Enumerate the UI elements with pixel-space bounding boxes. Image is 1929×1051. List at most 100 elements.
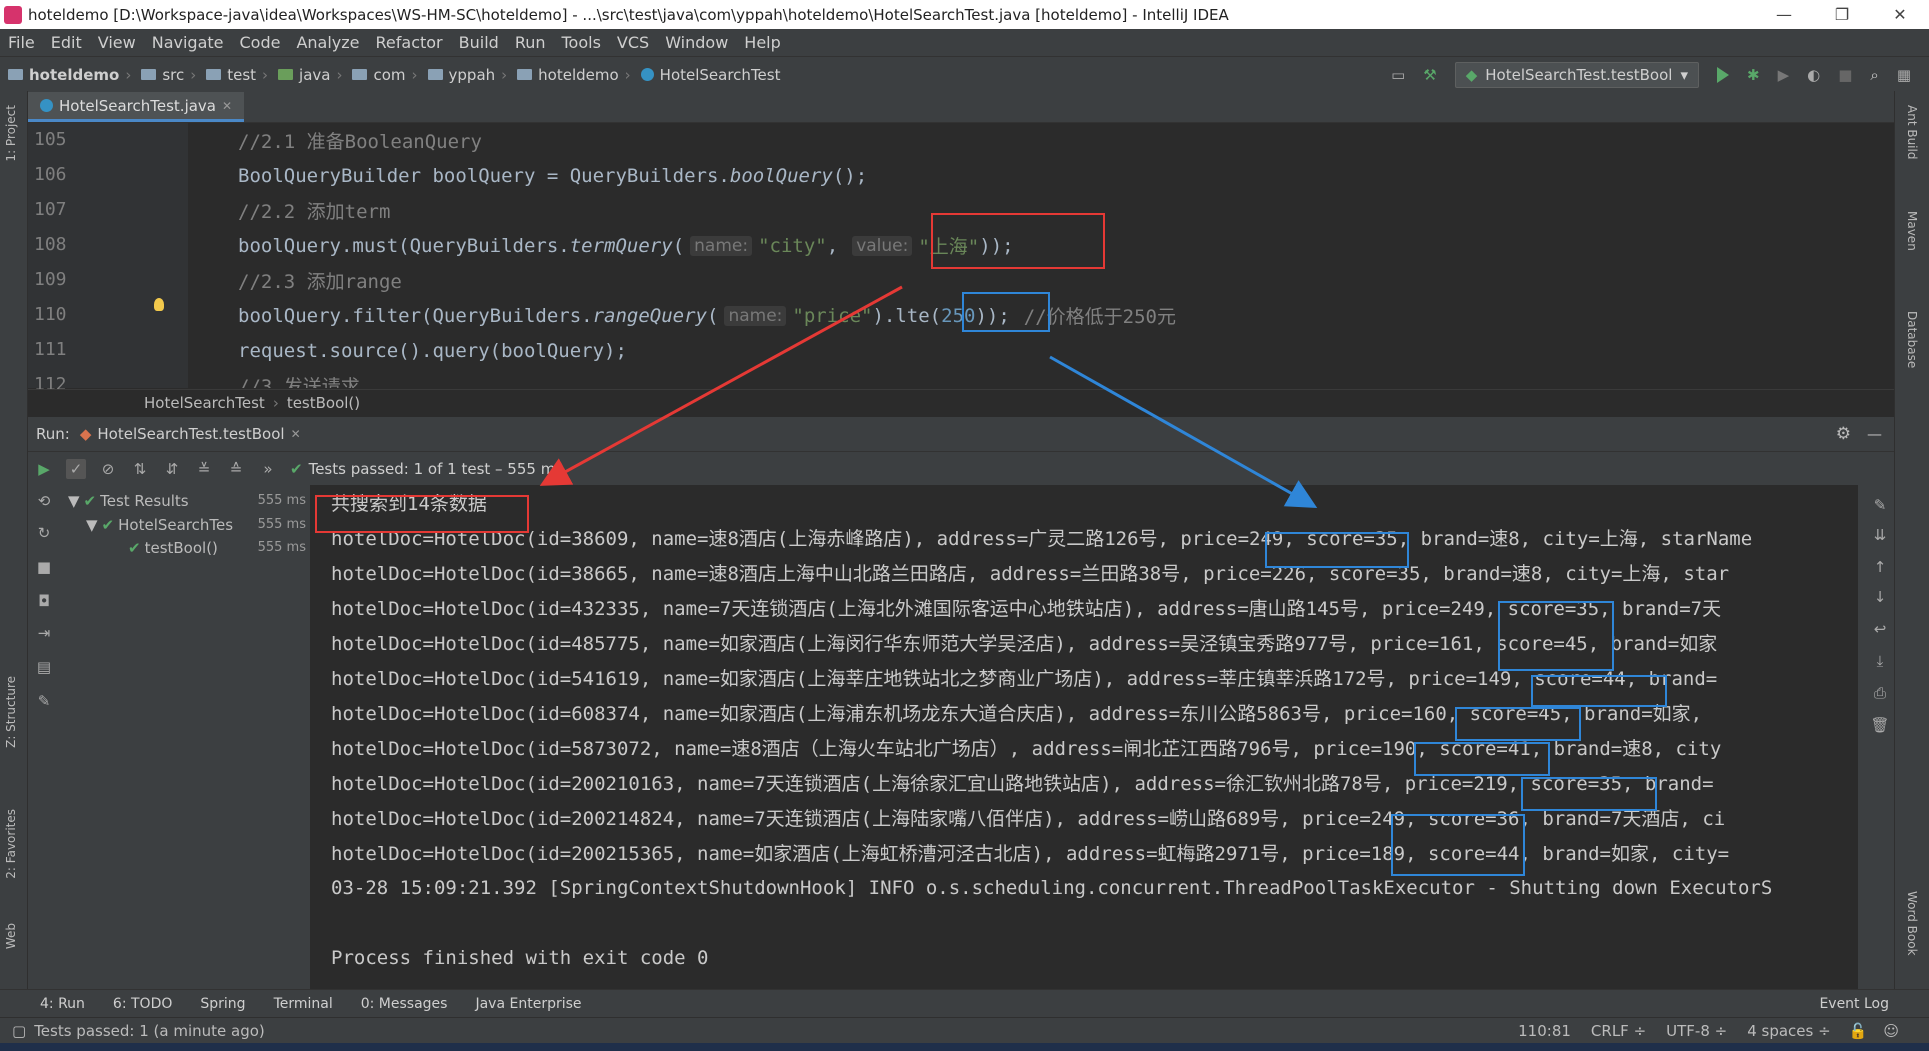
rerun-icon[interactable]: ▶ xyxy=(34,459,54,479)
camera-icon[interactable]: ◘ xyxy=(34,591,54,611)
layout-icon[interactable]: ▭ xyxy=(1391,66,1405,84)
build-hammer-icon[interactable]: ⚒ xyxy=(1423,66,1436,84)
intention-bulb-icon[interactable] xyxy=(154,298,164,311)
line-separator[interactable]: CRLF ÷ xyxy=(1581,1022,1656,1040)
menu-navigate[interactable]: Navigate xyxy=(144,33,232,52)
tool-tab-java-enterprise[interactable]: Java Enterprise xyxy=(461,996,595,1012)
param-hint: value: xyxy=(852,235,913,256)
tool-tab-terminal[interactable]: Terminal xyxy=(260,996,347,1012)
nav-crumb-class[interactable]: HotelSearchTest xyxy=(633,66,785,84)
nav-crumb-test[interactable]: test xyxy=(198,66,260,84)
stop-icon[interactable]: ■ xyxy=(1838,66,1852,84)
menu-file[interactable]: File xyxy=(0,33,43,52)
restore-button[interactable]: ❐ xyxy=(1813,5,1871,24)
soft-wrap-icon[interactable]: ↩ xyxy=(1870,619,1890,639)
tool-tab-favorites[interactable]: 2: Favorites xyxy=(4,809,18,879)
nav-crumb-yppah[interactable]: yppah xyxy=(420,66,500,84)
trash-icon[interactable]: 🗑 xyxy=(1870,715,1890,735)
close-icon[interactable]: ✕ xyxy=(291,427,301,441)
tree-row-test-results[interactable]: ▼ ✔ Test Results 555 ms xyxy=(62,489,310,512)
intellij-logo-icon xyxy=(4,5,22,24)
expand-all-icon[interactable]: ≚ xyxy=(194,459,214,479)
nav-crumb-hoteldemo[interactable]: hoteldemo xyxy=(509,66,623,84)
tool-tab-todo[interactable]: 6: TODO xyxy=(99,996,186,1012)
menu-refactor[interactable]: Refactor xyxy=(368,33,451,52)
arrow-down-icon[interactable]: ↓ xyxy=(1870,587,1890,607)
run-icon[interactable] xyxy=(1717,66,1729,83)
tree-row-class[interactable]: ▼ ✔ HotelSearchTes 555 ms xyxy=(62,513,310,536)
stop-icon[interactable]: ■ xyxy=(34,557,54,577)
rerun-failed-icon[interactable]: ⟲ xyxy=(34,491,54,511)
menu-edit[interactable]: Edit xyxy=(43,33,90,52)
menu-analyze[interactable]: Analyze xyxy=(288,33,367,52)
editor-tab-hotelsearchtest[interactable]: HotelSearchTest.java ✕ xyxy=(28,92,245,122)
debug-icon[interactable]: ✱ xyxy=(1747,66,1760,84)
profile-icon[interactable]: ◐ xyxy=(1807,66,1820,84)
minimize-panel-icon[interactable]: — xyxy=(1867,425,1882,443)
arrow-up-icon[interactable]: ↑ xyxy=(1870,557,1890,577)
tool-tab-database[interactable]: Database xyxy=(1905,311,1919,368)
more-icon[interactable]: » xyxy=(258,459,278,479)
nav-crumb-java[interactable]: java xyxy=(270,66,334,84)
gear-icon[interactable]: ⚙ xyxy=(1836,424,1851,444)
show-ignored-icon[interactable]: ⊘ xyxy=(98,459,118,479)
menu-help[interactable]: Help xyxy=(736,33,788,52)
nav-crumb-project[interactable]: hoteldemo xyxy=(0,66,123,84)
menu-build[interactable]: Build xyxy=(451,33,507,52)
menu-window[interactable]: Window xyxy=(657,33,736,52)
close-tab-icon[interactable]: ✕ xyxy=(222,99,232,113)
nav-crumb-com[interactable]: com xyxy=(344,66,409,84)
menu-run[interactable]: Run xyxy=(507,33,554,52)
tool-tab-project[interactable]: 1: Project xyxy=(4,105,18,162)
show-passed-icon[interactable]: ✓ xyxy=(66,458,86,479)
run-configuration-select[interactable]: ◆ HotelSearchTest.testBool ▾ xyxy=(1454,61,1699,88)
collapse-all-icon[interactable]: ≙ xyxy=(226,459,246,479)
caret-position[interactable]: 110:81 xyxy=(1508,1022,1581,1040)
tool-tab-web[interactable]: Web xyxy=(4,923,18,949)
lock-icon[interactable]: 🔓 xyxy=(1841,1022,1876,1040)
sort-duration-icon[interactable]: ⇵ xyxy=(162,459,182,479)
exit-icon[interactable]: ⇥ xyxy=(34,623,54,643)
clear-icon[interactable]: ✎ xyxy=(1870,495,1890,515)
line-number: 107 xyxy=(34,199,67,220)
tool-tab-ant-build[interactable]: Ant Build xyxy=(1905,105,1919,159)
menu-vcs[interactable]: VCS xyxy=(609,33,657,52)
menu-view[interactable]: View xyxy=(90,33,144,52)
search-icon[interactable]: ⌕ xyxy=(1870,66,1878,84)
expand-arrow-icon[interactable]: ▼ xyxy=(68,492,80,510)
tool-tab-messages[interactable]: 0: Messages xyxy=(347,996,462,1012)
minimize-button[interactable]: — xyxy=(1755,5,1813,24)
tool-tab-event-log[interactable]: Event Log xyxy=(1805,996,1929,1012)
tool-tab-word-book[interactable]: Word Book xyxy=(1905,891,1919,956)
nav-crumb-src[interactable]: src xyxy=(133,66,188,84)
run-coverage-icon[interactable]: ▶ xyxy=(1778,66,1790,84)
project-structure-icon[interactable]: ▦ xyxy=(1897,66,1911,84)
line-number: 110 xyxy=(34,304,67,325)
close-button[interactable]: ✕ xyxy=(1871,5,1929,24)
tool-tab-spring[interactable]: Spring xyxy=(186,996,259,1012)
run-tab[interactable]: HotelSearchTest.testBool xyxy=(97,425,284,443)
breadcrumb-class[interactable]: HotelSearchTest xyxy=(144,394,265,412)
class-icon xyxy=(640,68,654,81)
status-window-icon[interactable]: ▢ xyxy=(0,1022,34,1040)
console-output[interactable]: 共搜索到14条数据 hotelDoc=HotelDoc(id=38609, na… xyxy=(311,485,1858,989)
breadcrumb-method[interactable]: testBool() xyxy=(287,394,360,412)
menu-code[interactable]: Code xyxy=(232,33,289,52)
print-icon[interactable]: ⎙ xyxy=(1870,683,1890,703)
pin-icon[interactable]: ✎ xyxy=(34,691,54,711)
expand-arrow-icon[interactable]: ▼ xyxy=(86,516,98,534)
scroll-end-icon[interactable]: ⇊ xyxy=(1870,525,1890,545)
tool-tab-run[interactable]: 4: Run xyxy=(0,996,99,1012)
console-line: Process finished with exit code 0 xyxy=(331,946,709,969)
sort-alpha-icon[interactable]: ⇅ xyxy=(130,459,150,479)
inspector-icon[interactable]: ☺ xyxy=(1875,1022,1929,1040)
tool-tab-maven[interactable]: Maven xyxy=(1905,211,1919,251)
tool-tab-structure[interactable]: Z: Structure xyxy=(4,676,18,748)
indent-setting[interactable]: 4 spaces ÷ xyxy=(1737,1022,1840,1040)
scroll-to-end-icon[interactable]: ⤓ xyxy=(1870,651,1890,671)
layout-icon[interactable]: ▤ xyxy=(34,657,54,677)
file-encoding[interactable]: UTF-8 ÷ xyxy=(1656,1022,1737,1040)
menu-tools[interactable]: Tools xyxy=(554,33,609,52)
tree-row-method[interactable]: ✔ testBool() 555 ms xyxy=(62,536,310,559)
toggle-autotest-icon[interactable]: ↻ xyxy=(34,523,54,543)
